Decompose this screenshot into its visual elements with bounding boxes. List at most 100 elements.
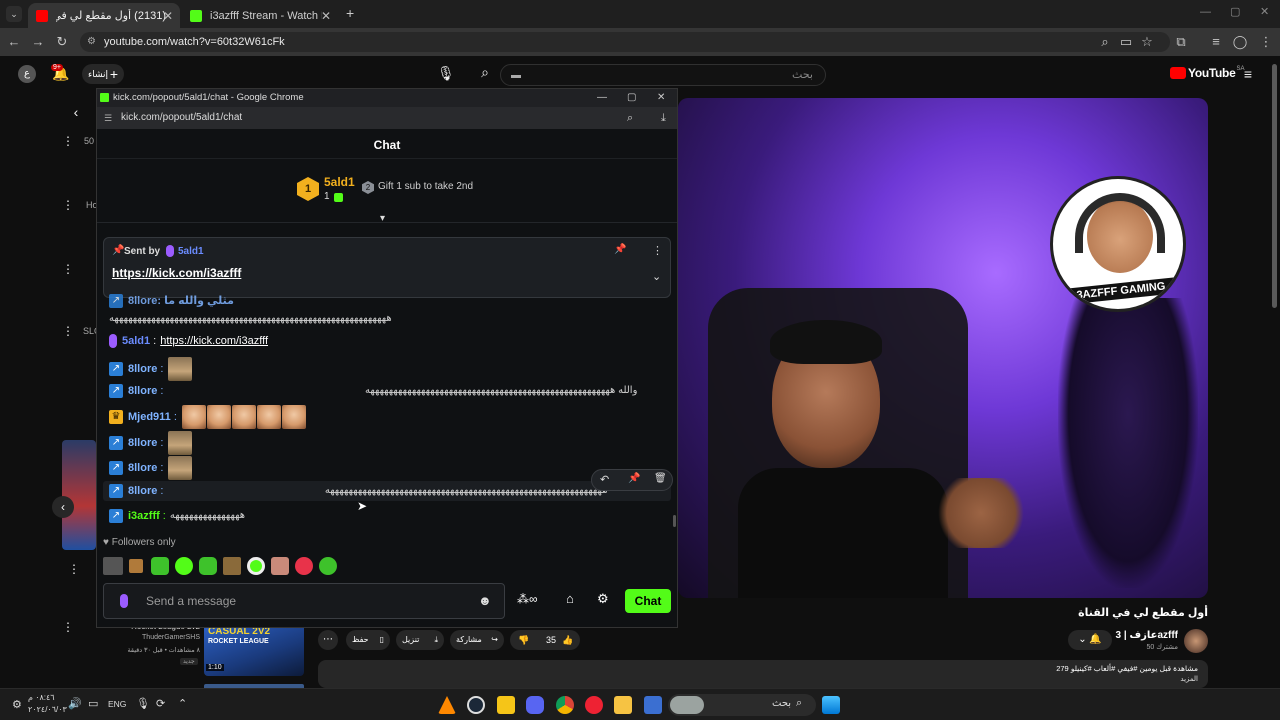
extensions-icon[interactable]: ⧉ [1173,34,1189,50]
app-icon-steam[interactable] [467,696,485,714]
send-chat-button[interactable]: Chat [625,589,671,613]
emote-slot[interactable] [151,557,169,575]
chat-username[interactable]: 8llore [128,458,157,478]
more-options-icon[interactable]: ⋮ [62,620,74,634]
chat-username[interactable]: 5ald1 [122,331,150,351]
more-options-icon[interactable]: ⋮ [62,324,74,338]
emote-slot[interactable] [295,557,313,575]
more-options-icon[interactable]: ⋮ [62,198,74,212]
language-indicator[interactable]: ENG [108,699,126,709]
store-icon[interactable]: ⌂ [566,591,574,606]
bookmark-star-icon[interactable]: ☆ [1139,34,1155,50]
emote-slot[interactable] [223,557,241,575]
emote-slot[interactable] [247,557,265,575]
emote-slot[interactable] [129,559,143,573]
unpin-icon[interactable]: 📌 [614,244,626,255]
emoji-picker-icon[interactable]: ☻ [478,584,492,618]
description-more[interactable]: المزيد [1180,675,1198,683]
cast-icon[interactable]: ▭ [1118,34,1134,50]
popout-zoom-icon[interactable]: ⌕ [627,107,633,129]
recommended-thumbnail[interactable]: CASUAL 2V2 ROCKET LEAGUE 1:10 [204,622,304,676]
like-button[interactable]: 👎 35 👍 [510,630,580,650]
pinned-expand-icon[interactable]: ⌄ [652,270,661,283]
clock-date[interactable]: ٢٠٢٤/٠٦/٠٣ [28,705,67,714]
pin-message-icon[interactable]: 📌 [628,473,640,484]
emote-slot[interactable] [319,557,337,575]
app-icon-app6[interactable] [585,696,603,714]
voice-search-icon[interactable]: 🎙 [437,65,455,82]
chat-username[interactable]: Mjed911 [128,407,171,427]
emote-slot[interactable] [271,557,289,575]
more-options-icon[interactable]: ⋮ [62,134,74,148]
popout-urlbar[interactable]: ☰ kick.com/popout/5ald1/chat ⌕ ⤓ [97,107,677,129]
back-icon[interactable]: ← [6,34,22,50]
gift-top-user[interactable]: 5ald1 [324,175,355,189]
channel-avatar[interactable] [1184,629,1208,653]
minimize-icon[interactable]: — [1200,6,1211,18]
recommended-video[interactable]: Rocket League 2v2 ThuderGamerSHS ٨ مشاهد… [124,622,304,688]
site-settings-icon[interactable]: ☰ [104,107,112,129]
address-bar[interactable]: ⚙ youtube.com/watch?v=60t32W61cFk [80,32,1170,52]
search-icon[interactable]: ⌕ [476,64,494,81]
popout-minimize-icon[interactable]: — [597,89,607,107]
more-options-icon[interactable]: ⋮ [68,562,80,576]
delete-icon[interactable]: 🗑 [654,473,667,484]
more-options-icon[interactable]: ⋮ [62,262,74,276]
close-tab-icon[interactable]: ✕ [321,9,331,23]
like-icon[interactable]: 👍 [562,630,573,650]
tray-overflow-icon[interactable]: ⌃ [178,697,187,710]
chat-settings-icon[interactable]: ⚙ [597,591,609,607]
emote-slot[interactable] [175,557,193,575]
keyboard-icon[interactable]: ▬ [511,66,521,86]
network-icon[interactable]: ▭ [88,697,98,710]
forward-icon[interactable]: → [30,34,46,50]
download-button[interactable]: تنزيل ⤓ [396,630,444,650]
loyalty-points-icon[interactable]: ⁂∞ [517,592,538,606]
pinned-user[interactable]: 5ald1 [178,246,204,257]
account-avatar[interactable]: ع [18,65,36,83]
chat-username[interactable]: 8llore [128,433,157,453]
gift-prompt[interactable]: Gift 1 sub to take 2nd [378,181,473,192]
maximize-icon[interactable]: ▢ [1230,5,1240,18]
popout-download-icon[interactable]: ⤓ [661,107,666,129]
carousel-prev-button[interactable]: ‹ [52,496,74,518]
app-icon-vlc[interactable] [438,696,456,714]
pinned-message[interactable]: 📌 Sent by 5ald1 https://kick.com/i3azfff… [103,237,671,298]
pinned-more-icon[interactable]: ⋮ [652,244,663,257]
share-button[interactable]: مشاركة ↪ [450,630,504,650]
save-button[interactable]: حفظ ▯ [346,630,390,650]
emote-slot[interactable] [199,557,217,575]
guide-menu-icon[interactable]: ≡ [1240,66,1256,82]
app-icon-chrome[interactable] [556,696,574,714]
chevron-left-icon[interactable]: ‹ [70,104,82,120]
emote-slot[interactable] [103,557,123,575]
media-control-icon[interactable]: ≡ [1208,34,1224,50]
chat-username[interactable]: 8llore [128,359,157,379]
dislike-icon[interactable]: 👎 [518,630,529,650]
video-player[interactable]: 3AZFFF GAMING [678,98,1208,598]
mic-tray-icon[interactable]: 🎙 [136,697,150,710]
page-scrollbar[interactable] [1272,64,1277,308]
chat-username[interactable]: i3azfff [128,506,160,526]
create-button[interactable]: إنشاء + [82,64,124,84]
app-icon-files[interactable] [614,696,632,714]
new-tab-button[interactable]: + [346,5,354,21]
app-icon-discord[interactable] [526,696,544,714]
chat-username[interactable]: 8llore [128,481,157,501]
popout-close-icon[interactable]: ✕ [657,89,665,107]
youtube-logo[interactable]: YouTube SA [1170,66,1244,80]
tab-list-chevron-icon[interactable]: ⌄ [6,6,22,22]
site-info-icon[interactable]: ⚙ [87,32,96,52]
zoom-icon[interactable]: ⌕ [1097,34,1113,50]
playlist-thumbnail[interactable] [62,440,96,550]
sync-tray-icon[interactable]: ⟳ [156,697,165,710]
close-tab-icon[interactable]: ✕ [163,9,173,23]
tab-kick[interactable]: i3azfff Stream - Watch Live on Kick ✕ [182,3,338,28]
windows-start-icon[interactable] [822,696,840,714]
chat-scrollbar[interactable] [673,515,676,527]
app-icon-app8[interactable] [644,696,662,714]
close-window-icon[interactable]: ✕ [1260,5,1269,18]
tab-youtube[interactable]: (2131) أول مقطع لي في القناة - ✕ [28,3,180,28]
volume-icon[interactable]: 🔊 [68,697,82,710]
popout-maximize-icon[interactable]: ▢ [627,89,636,107]
